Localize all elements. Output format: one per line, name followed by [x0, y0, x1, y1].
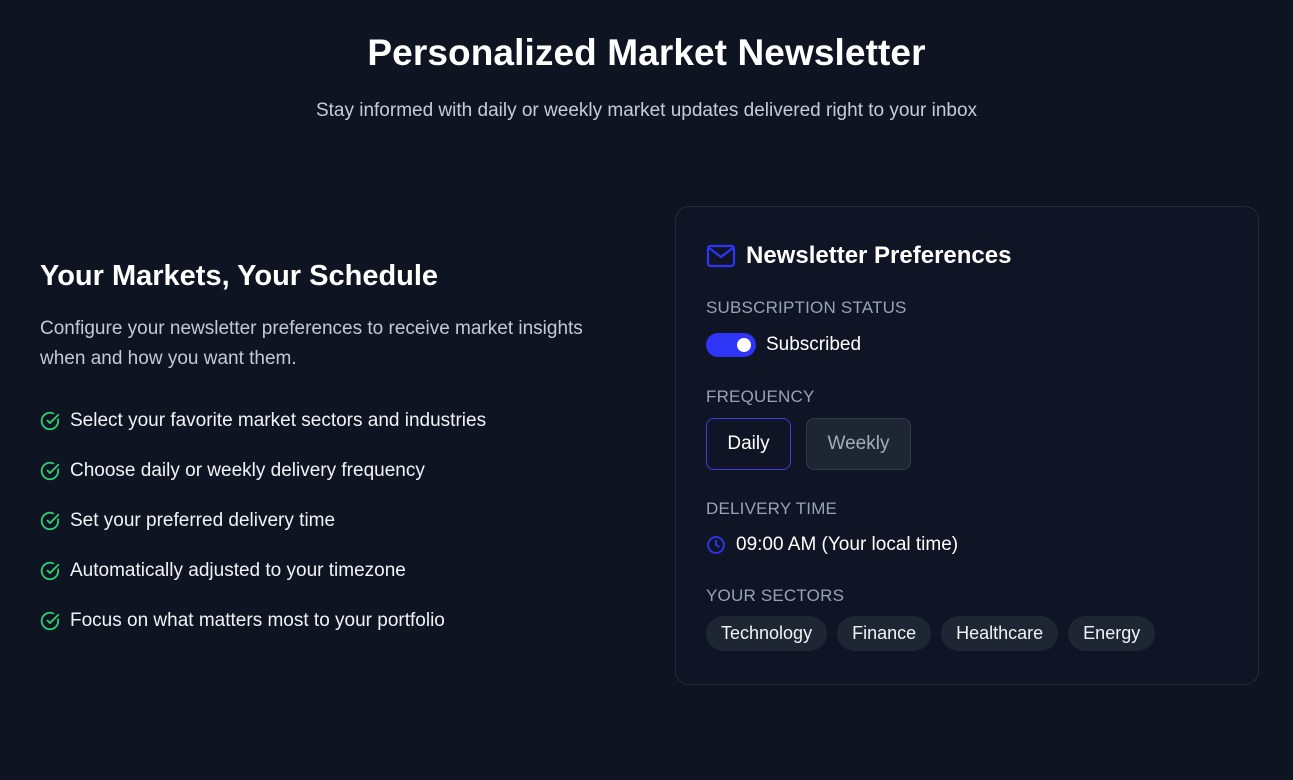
page-subtitle: Stay informed with daily or weekly marke… [315, 100, 978, 121]
feature-list: Select your favorite market sectors and … [40, 396, 640, 646]
feature-item: Set your preferred delivery time [40, 496, 640, 546]
delivery-time-label: DELIVERY TIME [706, 499, 838, 518]
subscription-toggle[interactable] [706, 333, 756, 357]
sector-chips: Technology Finance Healthcare Energy [706, 616, 1228, 651]
sector-chip-finance[interactable]: Finance [837, 616, 932, 651]
frequency-label: FREQUENCY [706, 387, 815, 406]
feature-text: Focus on what matters most to your portf… [70, 610, 445, 631]
check-circle-icon [40, 511, 60, 531]
feature-item: Select your favorite market sectors and … [40, 396, 640, 446]
intro-description: Configure your newsletter preferences to… [40, 318, 583, 369]
toggle-knob [737, 338, 751, 352]
feature-item: Focus on what matters most to your portf… [40, 596, 640, 646]
frequency-options: Daily Weekly [706, 418, 1228, 470]
subscription-row: Subscribed [706, 333, 1228, 357]
feature-text: Set your preferred delivery time [70, 510, 336, 531]
feature-item: Automatically adjusted to your timezone [40, 546, 640, 596]
feature-text: Choose daily or weekly delivery frequenc… [70, 460, 425, 481]
sector-chip-healthcare[interactable]: Healthcare [941, 616, 1059, 651]
sector-chip-energy[interactable]: Energy [1068, 616, 1156, 651]
check-circle-icon [40, 561, 60, 581]
preferences-card: Newsletter Preferences SUBSCRIPTION STAT… [675, 206, 1259, 685]
feature-item: Choose daily or weekly delivery frequenc… [40, 446, 640, 496]
clock-icon [707, 536, 725, 554]
sectors-label: YOUR SECTORS [706, 586, 845, 605]
page-title: Personalized Market Newsletter [367, 32, 926, 73]
mail-icon [706, 244, 736, 268]
subscription-status-text: Subscribed [766, 334, 862, 355]
delivery-time-value: 09:00 AM (Your local time) [736, 534, 959, 555]
frequency-weekly-button[interactable]: Weekly [806, 418, 911, 470]
check-circle-icon [40, 611, 60, 631]
card-title: Newsletter Preferences [746, 242, 1012, 269]
feature-text: Automatically adjusted to your timezone [70, 560, 406, 581]
feature-text: Select your favorite market sectors and … [70, 410, 487, 431]
check-circle-icon [40, 411, 60, 431]
sector-chip-technology[interactable]: Technology [706, 616, 828, 651]
frequency-daily-button[interactable]: Daily [706, 418, 791, 470]
intro-section: Your Markets, Your Schedule Configure yo… [40, 258, 640, 646]
card-header: Newsletter Preferences [706, 242, 1228, 270]
intro-title: Your Markets, Your Schedule [40, 260, 439, 292]
delivery-time-row[interactable]: 09:00 AM (Your local time) [706, 534, 1228, 556]
subscription-status-label: SUBSCRIPTION STATUS [706, 298, 907, 317]
page: Personalized Market Newsletter Stay info… [0, 0, 1293, 780]
check-circle-icon [40, 461, 60, 481]
